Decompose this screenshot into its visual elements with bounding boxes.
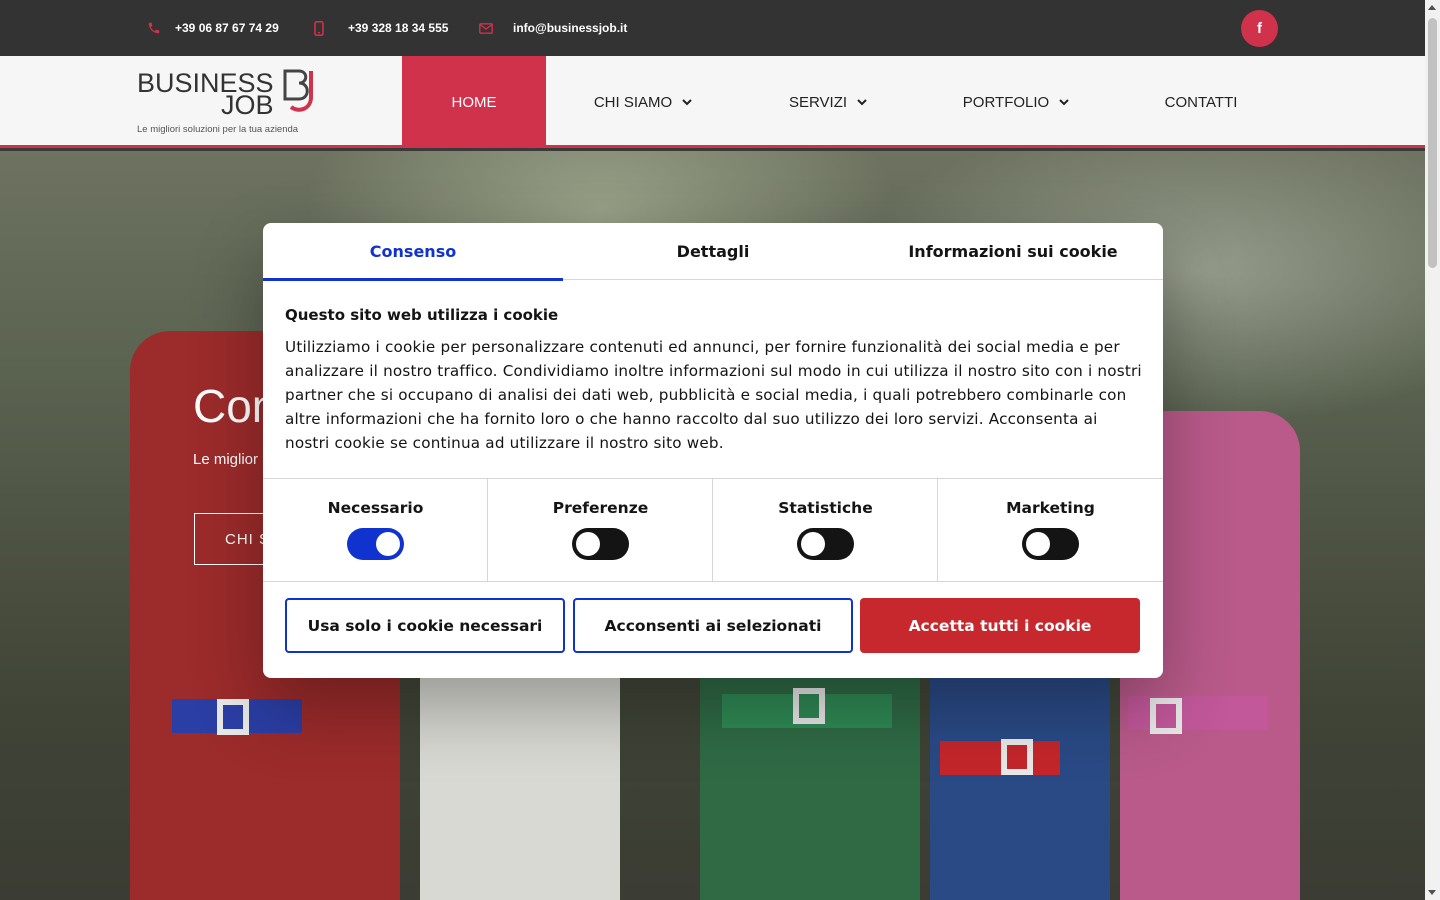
hero-buckle (1150, 698, 1182, 734)
phone-icon (147, 21, 161, 35)
mobile-number: +39 328 18 34 555 (348, 21, 449, 35)
scroll-up-arrow-icon[interactable] (1428, 5, 1436, 10)
logo-bj-mark (283, 69, 313, 112)
facebook-button[interactable]: f (1241, 10, 1278, 47)
nav-servizi[interactable]: SERVIZI (740, 56, 916, 148)
hero-subtitle: Le miglior (193, 451, 259, 468)
allow-selected-button[interactable]: Acconsenti ai selezionati (573, 598, 853, 653)
category-label: Preferenze (552, 499, 649, 517)
email-contact[interactable]: info@businessjob.it (479, 0, 627, 56)
logo-tagline: Le migliori soluzioni per la tua azienda (137, 124, 299, 135)
nav-chi-siamo[interactable]: CHI SIAMO (546, 56, 740, 148)
category-label: Statistiche (778, 499, 873, 517)
cookie-tabs: Consenso Dettagli Informazioni sui cooki… (263, 223, 1163, 281)
phone-contact[interactable]: +39 06 87 67 74 29 (147, 0, 279, 56)
email-address: info@businessjob.it (513, 21, 628, 35)
hero-buckle (793, 688, 825, 724)
chevron-down-icon (857, 98, 867, 106)
cookie-consent-dialog: Consenso Dettagli Informazioni sui cooki… (263, 223, 1163, 678)
toggle-knob (376, 532, 400, 556)
nav-home-label: HOME (451, 93, 497, 111)
mobile-phone-icon (314, 20, 324, 36)
facebook-icon: f (1257, 20, 1262, 37)
site-logo[interactable]: BUSINESS JOB Le migliori soluzioni per l… (137, 68, 327, 138)
category-necessario: Necessario (263, 479, 488, 582)
site-header: BUSINESS JOB Le migliori soluzioni per l… (0, 56, 1425, 148)
tab-informazioni[interactable]: Informazioni sui cookie (863, 223, 1163, 280)
toggle-knob (1026, 532, 1050, 556)
cookie-title: Questo sito web utilizza i cookie (285, 306, 559, 324)
nav-chi-siamo-label: CHI SIAMO (593, 93, 673, 111)
nav-contatti[interactable]: CONTATTI (1116, 56, 1286, 148)
category-marketing: Marketing (938, 479, 1163, 582)
scrollbar-thumb[interactable] (1428, 18, 1437, 268)
accept-all-cookies-button[interactable]: Accetta tutti i cookie (860, 598, 1140, 653)
nav-servizi-label: SERVIZI (788, 93, 848, 111)
hero-belt-pink (1128, 696, 1268, 730)
toggle-statistiche[interactable] (797, 528, 854, 560)
chevron-down-icon (1059, 98, 1069, 106)
nav-home[interactable]: HOME (402, 56, 546, 148)
category-label: Marketing (1006, 499, 1095, 517)
nav-portfolio-label: PORTFOLIO (962, 93, 1050, 111)
mobile-contact[interactable]: +39 328 18 34 555 (314, 0, 448, 56)
cookie-categories: Necessario Preferenze Statistiche Market… (263, 478, 1163, 582)
use-necessary-cookies-button[interactable]: Usa solo i cookie necessari (285, 598, 565, 653)
scroll-down-arrow-icon[interactable] (1428, 890, 1436, 895)
toggle-knob (576, 532, 600, 556)
top-contact-bar: +39 06 87 67 74 29 +39 328 18 34 555 inf… (0, 0, 1425, 56)
category-statistiche: Statistiche (713, 479, 938, 582)
page-scrollbar[interactable] (1425, 0, 1440, 900)
hero-buckle (217, 699, 249, 735)
toggle-marketing[interactable] (1022, 528, 1079, 560)
hero-buckle (1001, 739, 1033, 775)
hero-belt-red (940, 741, 1060, 775)
toggle-knob (801, 532, 825, 556)
chevron-down-icon (682, 98, 692, 106)
category-preferenze: Preferenze (488, 479, 713, 582)
phone-number: +39 06 87 67 74 29 (175, 21, 279, 35)
envelope-icon (479, 22, 493, 34)
category-label: Necessario (327, 499, 424, 517)
tab-consenso[interactable]: Consenso (263, 223, 563, 281)
nav-contatti-label: CONTATTI (1164, 93, 1238, 111)
tab-dettagli[interactable]: Dettagli (563, 223, 863, 280)
toggle-preferenze[interactable] (572, 528, 629, 560)
nav-portfolio[interactable]: PORTFOLIO (916, 56, 1116, 148)
toggle-necessario[interactable] (347, 528, 404, 560)
logo-word-job: JOB (221, 90, 274, 120)
cookie-description: Utilizziamo i cookie per personalizzare … (285, 338, 1142, 452)
